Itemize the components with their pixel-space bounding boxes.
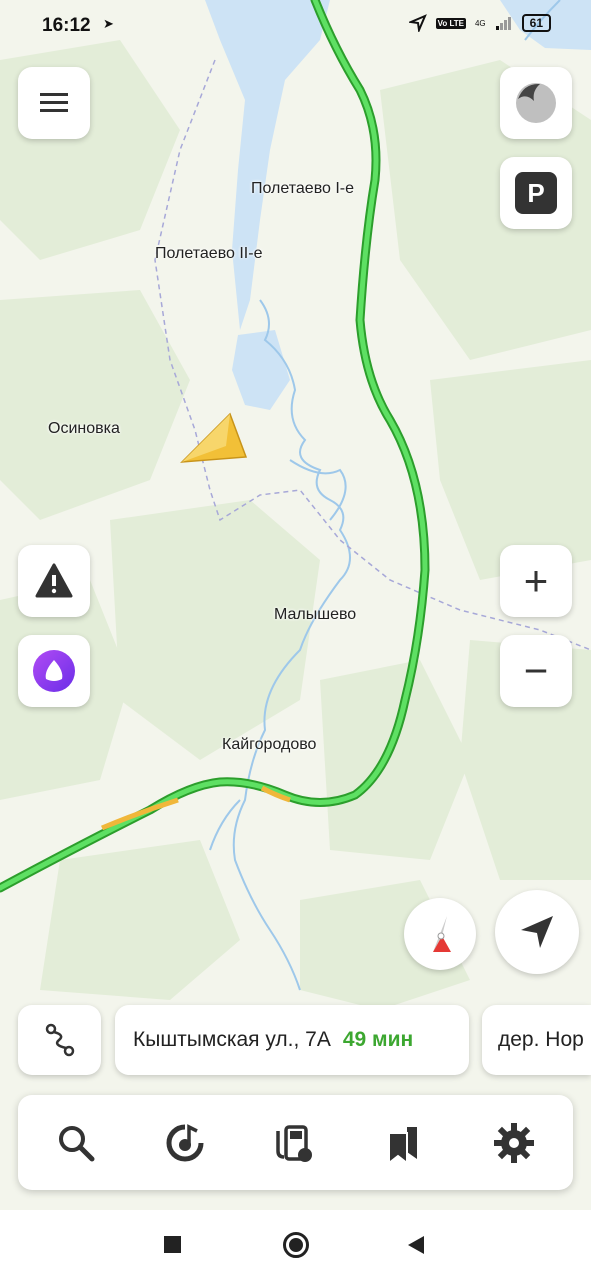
zoom-in-button[interactable]: + [500,545,572,617]
place-label: Полетаево I-е [251,180,355,197]
warning-icon [35,563,73,598]
layers-button[interactable] [500,67,572,139]
compass-icon [433,916,451,952]
network-type: 4G [474,18,486,28]
recents-button[interactable] [164,1236,181,1253]
my-location-button[interactable] [495,890,579,974]
location-arrow-icon [408,14,427,32]
place-label: Полетаево II-е [155,245,263,262]
gear-icon [494,1123,534,1163]
bookmarks-icon [388,1127,417,1165]
volte-badge: Vo LTE [435,17,466,29]
place-label: Малышево [274,606,357,623]
gas-stations-button[interactable] [270,1119,318,1167]
route-suggestion-card[interactable]: Кыштымская ул., 7А 49 мин [115,1005,469,1075]
route-icon [45,1023,74,1057]
bottom-toolbar [18,1095,573,1190]
hamburger-icon [40,93,68,112]
route-address: дер. Нор [498,1028,584,1051]
menu-button[interactable] [18,67,90,139]
music-button[interactable] [161,1119,209,1167]
zoom-out-button[interactable]: − [500,635,572,707]
alice-icon [33,650,75,692]
report-incident-button[interactable] [18,545,90,617]
route-address: Кыштымская ул., 7А [133,1028,331,1051]
status-bar: 16:12 ➤ Vo LTE 4G 61 [0,0,591,52]
back-button[interactable] [406,1234,426,1256]
bookmarks-button[interactable] [379,1119,427,1167]
system-navigation-bar [0,1210,591,1280]
navigation-status-icon: ➤ [103,16,114,31]
route-eta: 49 мин [342,1028,414,1051]
home-dot-icon [289,1238,303,1252]
search-icon [59,1126,95,1162]
gas-station-icon [276,1125,312,1162]
home-button[interactable] [283,1232,309,1258]
parking-icon: P [515,172,557,214]
navigation-arrow-icon [521,916,553,948]
signal-icon [495,17,511,30]
music-icon [166,1124,204,1162]
route-suggestion-card[interactable]: дер. Нор [482,1005,591,1075]
parking-label: P [527,177,545,208]
place-label: Осиновка [48,420,120,437]
compass-button[interactable] [404,898,476,970]
status-time: 16:12 [42,15,91,36]
parking-button[interactable]: P [500,157,572,229]
night-mode-icon [516,83,556,123]
search-button[interactable] [52,1119,100,1167]
settings-button[interactable] [490,1119,538,1167]
zoom-out-label: − [523,647,549,694]
alice-assistant-button[interactable] [18,635,90,707]
route-options-button[interactable] [18,1005,101,1075]
battery-indicator: 61 [521,14,551,32]
place-label: Кайгородово [222,736,317,753]
zoom-in-label: + [523,557,549,604]
